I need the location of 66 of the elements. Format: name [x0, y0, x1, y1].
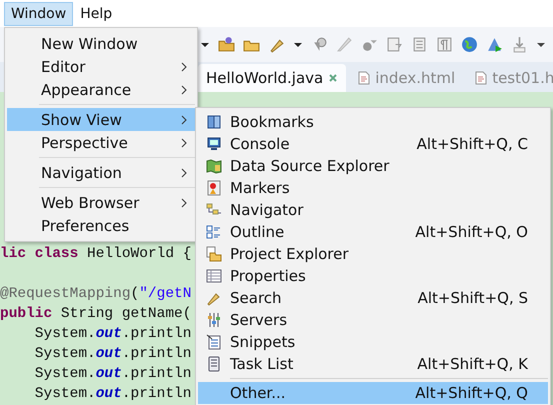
markers-icon [206, 180, 222, 196]
book-icon [206, 114, 222, 130]
map-icon [206, 158, 222, 174]
file-icon [475, 71, 488, 85]
menu-item[interactable]: Markers [198, 177, 548, 199]
code-line: System.out.println [34, 326, 192, 342]
menu-item[interactable]: Search Alt+Shift+Q, S [198, 287, 548, 309]
shortcut-text: Alt+Shift+Q, C [416, 135, 529, 153]
document-icon[interactable] [386, 36, 403, 53]
editor-tab[interactable]: HelloWorld.java [198, 64, 346, 92]
menu-item[interactable]: Navigator [198, 199, 548, 221]
code-line: lic class HelloWorld { [0, 246, 192, 262]
pilcrow-icon[interactable] [436, 36, 453, 53]
menu-item[interactable]: Properties [198, 265, 548, 287]
globe-icon[interactable] [461, 36, 478, 53]
menu-item[interactable]: Navigation [7, 161, 195, 184]
menu-item[interactable]: New Window [7, 32, 195, 55]
folder-icon [206, 246, 222, 262]
menu-item[interactable]: Bookmarks [198, 111, 548, 133]
menu-item[interactable]: Appearance [7, 78, 195, 101]
chevron-right-icon [181, 168, 187, 178]
dropdown-caret-icon[interactable] [200, 42, 210, 48]
snippet-icon [206, 334, 222, 350]
shortcut-text: Alt+Shift+Q, S [418, 289, 529, 307]
menu-item[interactable]: Web Browser [7, 191, 195, 214]
chevron-right-icon [181, 198, 187, 208]
menu-item[interactable]: Servers [198, 309, 548, 331]
page-icon[interactable] [411, 36, 428, 53]
file-icon [358, 71, 370, 85]
menu-item[interactable]: Task List Alt+Shift+Q, K [198, 353, 548, 375]
code-line: System.out.println [34, 386, 192, 402]
shortcut-text: Alt+Shift+Q, Q [415, 384, 529, 402]
shortcut-text: Alt+Shift+Q, K [417, 355, 529, 373]
download-icon[interactable] [511, 36, 528, 53]
chevron-right-icon [181, 114, 187, 124]
chevron-right-icon [181, 84, 187, 94]
code-line: System.out.println [34, 366, 192, 382]
monitor-icon [206, 136, 222, 152]
code-line: System.out.println [34, 346, 192, 362]
menu-item[interactable]: Other... Alt+Shift+Q, Q [198, 382, 548, 404]
code-line: public String getName( [0, 306, 192, 322]
chevron-right-icon [181, 62, 187, 72]
menu-bar-item[interactable]: Help [73, 2, 120, 26]
run-icon[interactable] [486, 36, 503, 53]
menu-item[interactable]: Show View [7, 108, 195, 131]
checklist-icon [206, 356, 222, 372]
close-icon[interactable] [328, 73, 338, 83]
pen-icon[interactable] [336, 36, 353, 53]
chevron-right-icon [181, 138, 187, 148]
menu-item[interactable]: Console Alt+Shift+Q, C [198, 133, 548, 155]
sliders-icon [206, 312, 222, 328]
menu-item[interactable]: Snippets [198, 331, 548, 353]
dropdown-caret-icon[interactable] [293, 42, 303, 48]
menu-item[interactable]: Preferences [7, 214, 195, 237]
shortcut-text: Alt+Shift+Q, O [415, 223, 529, 241]
code-line: @RequestMapping("/getN [0, 286, 192, 302]
menu-item[interactable]: Project Explorer [198, 243, 548, 265]
menu-item[interactable]: Data Source Explorer [198, 155, 548, 177]
menu-item[interactable]: Editor [7, 55, 195, 78]
menu-item[interactable]: Outline Alt+Shift+Q, O [198, 221, 548, 243]
dropdown-caret-icon[interactable] [536, 42, 546, 48]
outline-icon [206, 224, 222, 240]
menu-item[interactable]: Perspective [7, 131, 195, 154]
table-icon [206, 268, 222, 284]
menu-bar-item[interactable]: Window [4, 2, 74, 26]
folder-icon[interactable] [218, 36, 235, 53]
